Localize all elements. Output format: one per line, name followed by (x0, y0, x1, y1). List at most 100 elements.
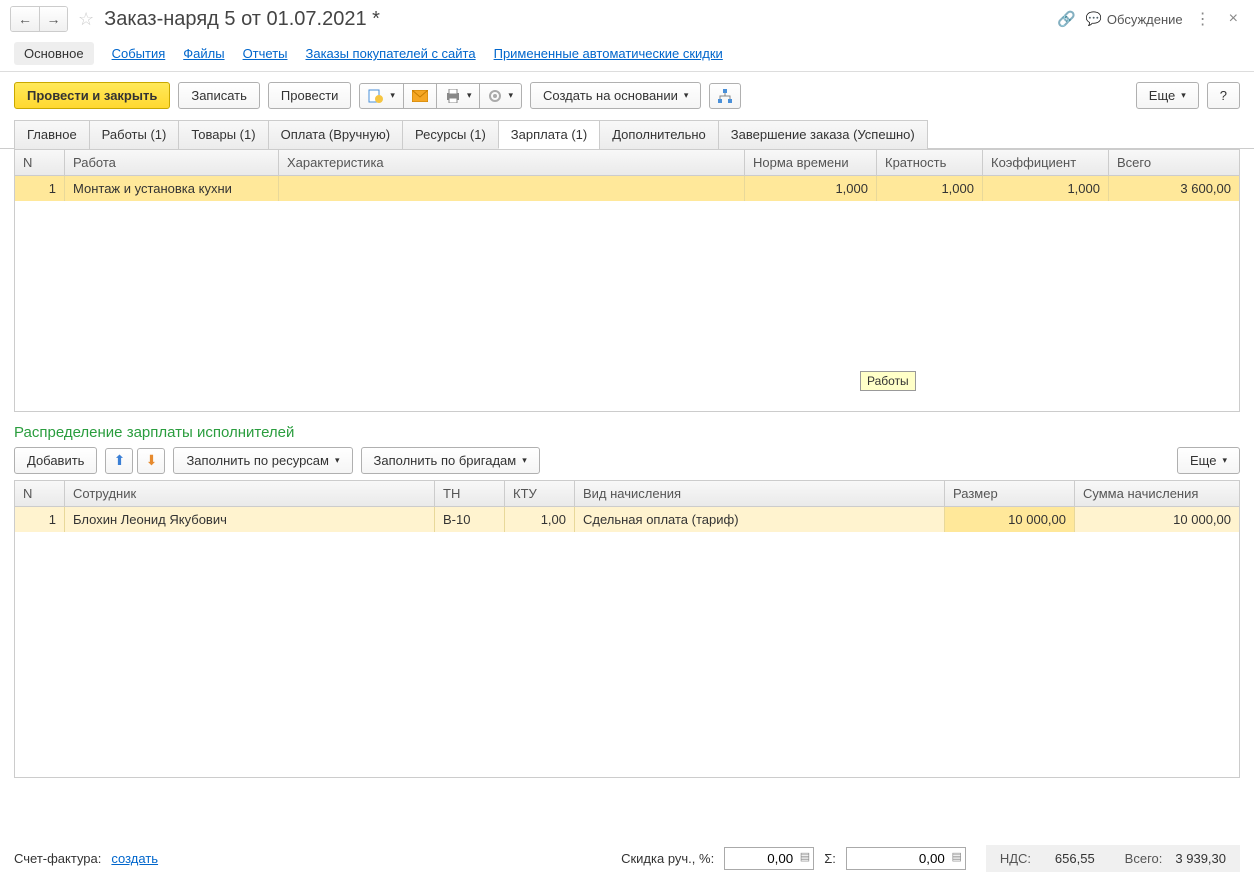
more-button[interactable]: Еще ▾ (1136, 82, 1199, 109)
sigma-input[interactable] (846, 847, 966, 870)
mail-button[interactable] (403, 83, 437, 109)
total-label: Всего: (1125, 851, 1163, 866)
cell-n2: 1 (15, 507, 65, 532)
nav-tab-events[interactable]: События (112, 46, 166, 61)
post-button[interactable]: Провести (268, 82, 352, 109)
tab-additional[interactable]: Дополнительно (599, 120, 719, 149)
fill-brigades-button[interactable]: Заполнить по бригадам ▾ (361, 447, 540, 474)
col-emp[interactable]: Сотрудник (65, 481, 435, 506)
col-size[interactable]: Размер (945, 481, 1075, 506)
totals-box: НДС: 656,55 Всего: 3 939,30 (986, 845, 1240, 872)
col-accr[interactable]: Вид начисления (575, 481, 945, 506)
cell-work: Монтаж и установка кухни (65, 176, 279, 201)
chevron-down-icon: ▾ (467, 90, 472, 101)
cell-ktu: 1,00 (505, 507, 575, 532)
cell-accr: Сдельная оплата (тариф) (575, 507, 945, 532)
doc-icon-button[interactable]: ▾ (359, 83, 404, 109)
add-button[interactable]: Добавить (14, 447, 97, 474)
tab-salary[interactable]: Зарплата (1) (498, 120, 600, 149)
col-char[interactable]: Характеристика (279, 150, 745, 175)
discount-input[interactable] (724, 847, 814, 870)
works-grid: N Работа Характеристика Норма времени Кр… (14, 149, 1240, 412)
favorite-icon[interactable]: ☆ (78, 9, 94, 30)
col-ktu[interactable]: КТУ (505, 481, 575, 506)
discuss-button[interactable]: 💬 Обсуждение (1086, 11, 1183, 27)
nav-tab-files[interactable]: Файлы (183, 46, 224, 61)
nav-buttons: ← → (10, 6, 68, 32)
col-coef[interactable]: Коэффициент (983, 150, 1109, 175)
discuss-label: Обсуждение (1107, 12, 1183, 27)
works-grid-header: N Работа Характеристика Норма времени Кр… (15, 150, 1239, 176)
chevron-down-icon: ▾ (335, 455, 340, 466)
doc-action-group: ▾ ▾ ▾ (359, 83, 522, 109)
more-button-2[interactable]: Еще ▾ (1177, 447, 1240, 474)
invoice-label: Счет-фактура: (14, 851, 101, 866)
tab-completion[interactable]: Завершение заказа (Успешно) (718, 120, 928, 149)
employees-grid-body[interactable]: 1 Блохин Леонид Якубович В-10 1,00 Сдель… (15, 507, 1239, 777)
nav-tab-main[interactable]: Основное (14, 42, 94, 65)
fill-res-label: Заполнить по ресурсам (186, 453, 329, 468)
back-button[interactable]: ← (11, 7, 39, 31)
cell-emp: Блохин Леонид Якубович (65, 507, 435, 532)
tab-resources[interactable]: Ресурсы (1) (402, 120, 499, 149)
cell-size: 10 000,00 (945, 507, 1075, 532)
col-sum[interactable]: Сумма начисления (1075, 481, 1239, 506)
chevron-down-icon: ▾ (684, 90, 689, 101)
main-toolbar: Провести и закрыть Записать Провести ▾ ▾… (0, 72, 1254, 119)
arrow-buttons: ⬆ ⬇ (105, 448, 165, 474)
invoice-create-link[interactable]: создать (111, 851, 158, 866)
more-label: Еще (1149, 88, 1175, 103)
nav-tab-siteorders[interactable]: Заказы покупателей с сайта (306, 46, 476, 61)
cell-total: 3 600,00 (1109, 176, 1239, 201)
tab-works[interactable]: Работы (1) (89, 120, 180, 149)
col-tn[interactable]: ТН (435, 481, 505, 506)
total-value: 3 939,30 (1166, 851, 1226, 866)
works-grid-body[interactable]: 1 Монтаж и установка кухни 1,000 1,000 1… (15, 176, 1239, 411)
structure-button[interactable] (709, 83, 741, 109)
col-mult[interactable]: Кратность (877, 150, 983, 175)
link-icon[interactable]: 🔗 (1053, 10, 1080, 28)
cell-n: 1 (15, 176, 65, 201)
employees-grid: N Сотрудник ТН КТУ Вид начисления Размер… (14, 480, 1240, 778)
tooltip: Работы (860, 371, 916, 391)
table-row[interactable]: 1 Блохин Леонид Якубович В-10 1,00 Сдель… (15, 507, 1239, 532)
col-work[interactable]: Работа (65, 150, 279, 175)
nav-tab-autodiscounts[interactable]: Примененные автоматические скидки (494, 46, 723, 61)
more-menu-icon[interactable]: ⋮ (1189, 9, 1217, 29)
document-icon (368, 89, 384, 103)
nav-tab-reports[interactable]: Отчеты (243, 46, 288, 61)
arrow-up-icon: ⬆ (114, 452, 126, 469)
table-row[interactable]: 1 Монтаж и установка кухни 1,000 1,000 1… (15, 176, 1239, 201)
chevron-down-icon: ▾ (390, 90, 395, 101)
cell-tn: В-10 (435, 507, 505, 532)
tab-main[interactable]: Главное (14, 120, 90, 149)
print-button[interactable]: ▾ (436, 83, 481, 109)
print-icon (445, 89, 461, 103)
help-button[interactable]: ? (1207, 82, 1240, 109)
employees-grid-header: N Сотрудник ТН КТУ Вид начисления Размер… (15, 481, 1239, 507)
move-up-button[interactable]: ⬆ (105, 448, 133, 474)
col-n2[interactable]: N (15, 481, 65, 506)
chevron-down-icon: ▾ (508, 90, 513, 101)
settings-button[interactable]: ▾ (479, 83, 522, 109)
nds-value: 656,55 (1035, 851, 1095, 866)
tree-icon (718, 89, 732, 103)
sigma-label: Σ: (824, 851, 836, 866)
tab-payment[interactable]: Оплата (Вручную) (268, 120, 403, 149)
arrow-down-icon: ⬇ (146, 452, 158, 469)
create-based-button[interactable]: Создать на основании ▾ (530, 82, 701, 109)
post-close-button[interactable]: Провести и закрыть (14, 82, 170, 109)
section-title: Распределение зарплаты исполнителей (14, 412, 1240, 447)
mail-icon (412, 90, 428, 102)
col-n[interactable]: N (15, 150, 65, 175)
save-button[interactable]: Записать (178, 82, 260, 109)
tab-goods[interactable]: Товары (1) (178, 120, 268, 149)
gear-icon (488, 89, 502, 103)
close-icon[interactable]: × (1223, 10, 1244, 28)
move-down-button[interactable]: ⬇ (137, 448, 165, 474)
fill-resources-button[interactable]: Заполнить по ресурсам ▾ (173, 447, 352, 474)
forward-button[interactable]: → (39, 7, 67, 31)
col-total[interactable]: Всего (1109, 150, 1239, 175)
nav-tabs: Основное События Файлы Отчеты Заказы пок… (0, 38, 1254, 72)
col-norm[interactable]: Норма времени (745, 150, 877, 175)
